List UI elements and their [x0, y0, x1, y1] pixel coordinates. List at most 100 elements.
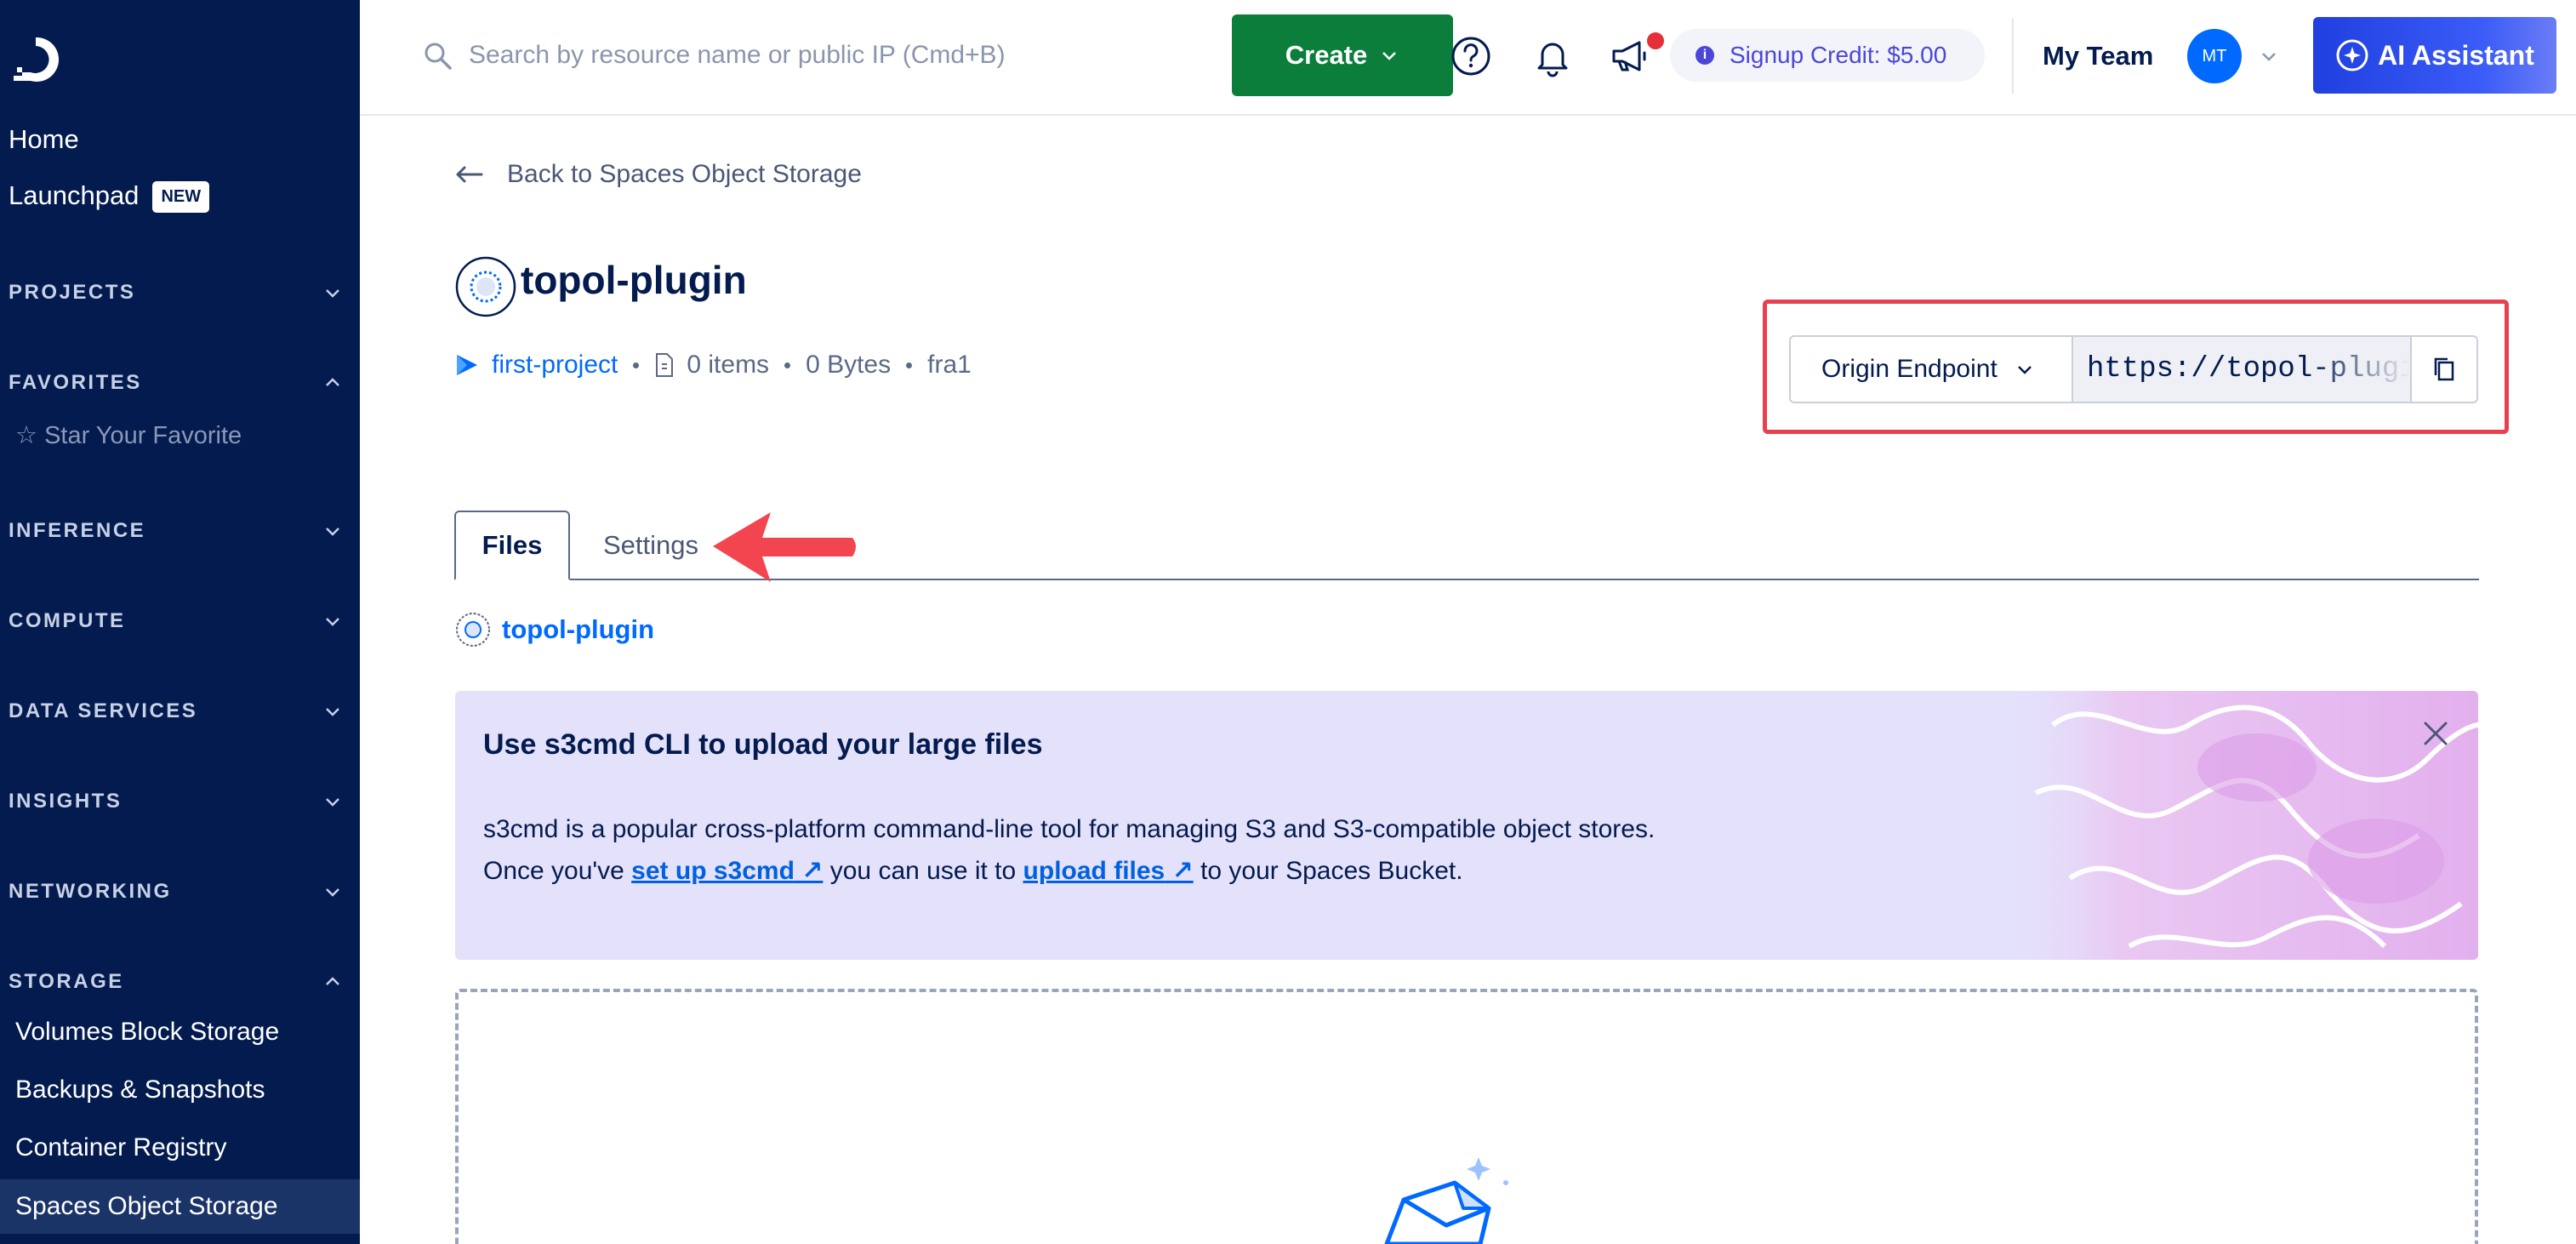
upload-box-illustration: [1384, 1157, 1508, 1244]
chevron-down-icon: [326, 888, 339, 897]
sparkle-plus-icon: [2336, 39, 2368, 71]
annotation-arrow-icon: [713, 512, 856, 582]
back-label: Back to Spaces Object Storage: [507, 160, 862, 188]
banner-text: to your Spaces Bucket.: [1200, 857, 1463, 885]
chevron-up-icon: [326, 977, 339, 985]
spaces-bucket-icon: [455, 256, 516, 317]
section-storage[interactable]: STORAGE: [9, 970, 343, 994]
project-icon: [457, 355, 477, 375]
text-fade: [2308, 337, 2410, 402]
bucket-region: fra1: [927, 351, 972, 379]
endpoint-type-select[interactable]: Origin Endpoint: [1789, 335, 2072, 403]
bucket-meta: first-project 0 items 0 Bytes fra1: [454, 351, 972, 379]
star-icon: ☆: [15, 422, 37, 449]
section-label: STORAGE: [9, 970, 124, 993]
upload-files-link[interactable]: upload files ↗: [1023, 857, 1194, 885]
chevron-down-icon: [326, 289, 339, 298]
credit-label: Signup Credit: $5.00: [1730, 42, 1947, 68]
section-compute[interactable]: COMPUTE: [9, 609, 343, 633]
copy-button[interactable]: [2412, 335, 2478, 403]
chevron-down-icon: [326, 618, 339, 626]
sidebar-item-container-registry[interactable]: Container Registry: [15, 1133, 226, 1162]
banner-line-1: s3cmd is a popular cross-platform comman…: [483, 815, 1656, 843]
signup-credit-pill[interactable]: i Signup Credit: $5.00: [1670, 29, 1985, 82]
spaces-bucket-icon: [456, 613, 490, 647]
breadcrumb[interactable]: topol-plugin: [454, 611, 654, 648]
help-icon[interactable]: [1449, 34, 1493, 78]
section-label: DATA SERVICES: [9, 699, 198, 722]
sidebar: Home Launchpad NEW PROJECTS FAVORITES ☆ S…: [0, 0, 360, 1244]
s3cmd-banner: Use s3cmd CLI to upload your large files…: [455, 691, 2478, 960]
project-link[interactable]: first-project: [492, 351, 618, 379]
notification-dot: [1647, 32, 1664, 49]
banner-text: you can use it to: [829, 857, 1017, 885]
ai-assistant-label: AI Assistant: [2378, 39, 2534, 71]
bucket-size: 0 Bytes: [806, 351, 892, 379]
section-favorites[interactable]: FAVORITES: [9, 371, 343, 395]
section-label: INSIGHTS: [9, 790, 123, 813]
sidebar-item-volumes[interactable]: Volumes Block Storage: [15, 1018, 279, 1047]
nav-launchpad[interactable]: Launchpad NEW: [9, 180, 210, 214]
bell-icon[interactable]: [1530, 34, 1575, 78]
page-title: topol-plugin: [521, 258, 747, 302]
sidebar-item-backups[interactable]: Backups & Snapshots: [15, 1076, 265, 1104]
copy-icon: [2434, 357, 2454, 381]
chevron-down-icon: [1382, 52, 1397, 60]
banner-text: Once you've: [483, 857, 624, 885]
breadcrumb-label: topol-plugin: [502, 614, 655, 644]
section-data-services[interactable]: DATA SERVICES: [9, 699, 343, 723]
chevron-up-icon: [326, 378, 339, 386]
separator-dot: [633, 362, 640, 368]
setup-s3cmd-link[interactable]: set up s3cmd ↗: [631, 857, 823, 885]
chevron-down-icon: [326, 528, 339, 536]
search-icon: [425, 43, 452, 70]
section-label: FAVORITES: [9, 371, 142, 394]
avatar[interactable]: MT: [2187, 29, 2242, 83]
section-inference[interactable]: INFERENCE: [9, 519, 343, 543]
create-label: Create: [1285, 40, 1368, 70]
section-projects[interactable]: PROJECTS: [9, 281, 343, 305]
chevron-down-icon: [2017, 366, 2032, 374]
arrow-left-icon: [456, 166, 483, 183]
star-favorite-label: Star Your Favorite: [44, 422, 242, 449]
tab-files[interactable]: Files: [454, 511, 570, 580]
close-icon[interactable]: [2419, 716, 2453, 750]
ai-assistant-button[interactable]: AI Assistant: [2313, 17, 2556, 94]
section-label: COMPUTE: [9, 609, 126, 632]
file-icon: [656, 353, 674, 377]
section-networking[interactable]: NETWORKING: [9, 880, 343, 904]
announcement-icon[interactable]: [1607, 34, 1651, 78]
section-label: INFERENCE: [9, 519, 146, 542]
divider: [2012, 19, 2014, 94]
team-name[interactable]: My Team: [2043, 41, 2153, 71]
chevron-down-icon: [326, 798, 339, 807]
create-button[interactable]: Create: [1232, 14, 1453, 96]
search-input[interactable]: [469, 34, 1064, 77]
external-link-icon: ↗: [1165, 857, 1194, 885]
section-label: NETWORKING: [9, 880, 172, 903]
upload-files-link-label: upload files: [1023, 857, 1165, 885]
external-link-icon: ↗: [794, 857, 824, 885]
new-badge: NEW: [152, 181, 210, 214]
star-favorite-item[interactable]: ☆ Star Your Favorite: [15, 420, 242, 450]
chevron-down-icon: [326, 708, 339, 716]
items-count: 0 items: [687, 351, 770, 379]
info-icon: i: [1695, 46, 1714, 65]
top-bar: Create i Signup Credit: $5.00 My Team MT…: [360, 0, 2576, 116]
digitalocean-logo-icon[interactable]: [9, 32, 63, 87]
setup-s3cmd-link-label: set up s3cmd: [631, 857, 795, 885]
endpoint-select-label: Origin Endpoint: [1821, 355, 1998, 383]
chevron-down-icon[interactable]: [2259, 46, 2279, 66]
endpoint-url-field[interactable]: https://topol-plugin: [2072, 335, 2412, 403]
separator-dot: [906, 362, 913, 368]
tab-settings[interactable]: Settings: [596, 511, 706, 580]
nav-launchpad-label: Launchpad: [9, 180, 140, 210]
nav-home[interactable]: Home: [9, 124, 79, 155]
back-link[interactable]: Back to Spaces Object Storage: [454, 160, 862, 189]
separator-dot: [784, 362, 791, 368]
banner-title: Use s3cmd CLI to upload your large files: [483, 728, 1043, 761]
sidebar-item-spaces[interactable]: Spaces Object Storage: [0, 1179, 360, 1234]
banner-line-2: Once you've set up s3cmd ↗ you can use i…: [483, 856, 1463, 886]
banner-decoration: [2002, 691, 2478, 960]
section-insights[interactable]: INSIGHTS: [9, 790, 343, 813]
